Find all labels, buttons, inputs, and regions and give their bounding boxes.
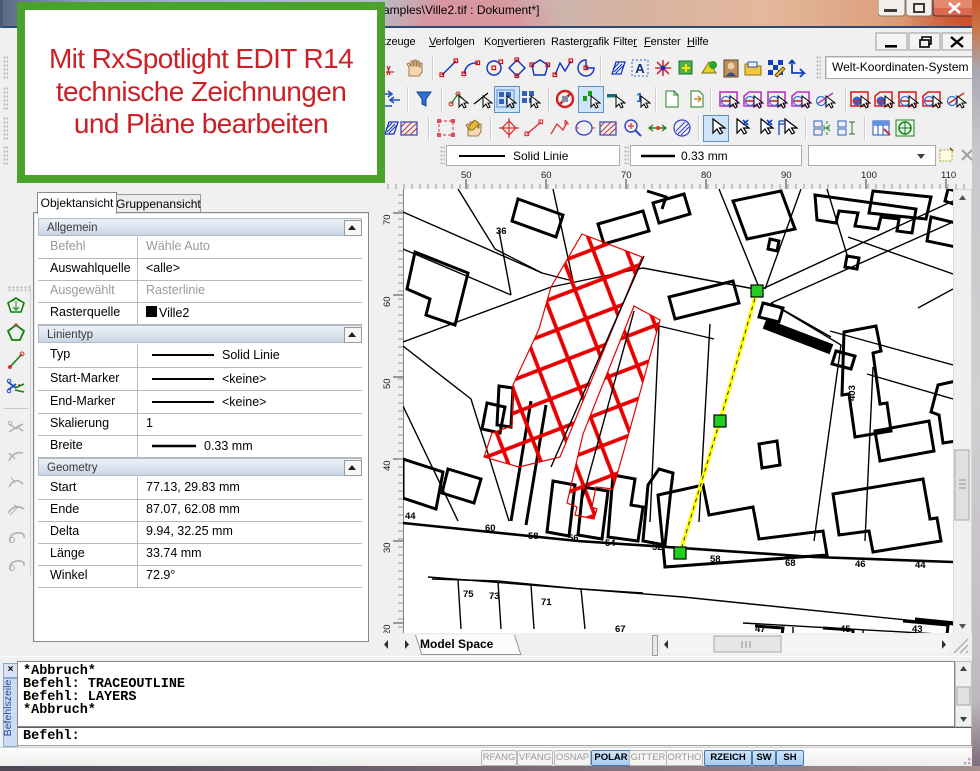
svg-text:73: 73: [489, 591, 500, 602]
svg-text:Solid Linie: Solid Linie: [222, 348, 280, 362]
svg-text:43: 43: [912, 624, 923, 633]
svg-text:68: 68: [785, 558, 796, 569]
svg-text:60: 60: [485, 523, 496, 534]
svg-text:58: 58: [710, 554, 721, 565]
svg-text:44: 44: [405, 511, 416, 522]
svg-text:54: 54: [605, 538, 616, 549]
svg-text:110: 110: [941, 170, 956, 181]
svg-text:40: 40: [382, 460, 393, 471]
svg-text:75: 75: [463, 589, 474, 600]
svg-text:A: A: [635, 61, 645, 76]
svg-text:67: 67: [615, 624, 626, 633]
svg-text:58: 58: [528, 531, 539, 542]
svg-text:Solid Linie: Solid Linie: [513, 149, 569, 163]
svg-text:56: 56: [568, 533, 579, 544]
svg-text:44: 44: [915, 560, 926, 571]
svg-text:50: 50: [382, 378, 393, 389]
svg-text:60: 60: [382, 296, 393, 307]
svg-text:30: 30: [382, 542, 393, 553]
svg-text:46: 46: [855, 559, 866, 570]
svg-text:<keine>: <keine>: [222, 395, 266, 409]
svg-text:45: 45: [840, 624, 851, 633]
svg-text:100: 100: [861, 170, 877, 181]
svg-text:36: 36: [496, 226, 507, 237]
svg-text:403: 403: [847, 385, 858, 401]
svg-text:0.33 mm: 0.33 mm: [204, 439, 253, 453]
svg-text:47: 47: [755, 624, 766, 633]
svg-text:20: 20: [382, 624, 393, 633]
svg-text:52: 52: [652, 542, 663, 553]
svg-text:<keine>: <keine>: [222, 372, 266, 386]
svg-text:0.33 mm: 0.33 mm: [681, 149, 728, 163]
svg-text:70: 70: [382, 214, 393, 225]
svg-text:71: 71: [541, 597, 552, 608]
